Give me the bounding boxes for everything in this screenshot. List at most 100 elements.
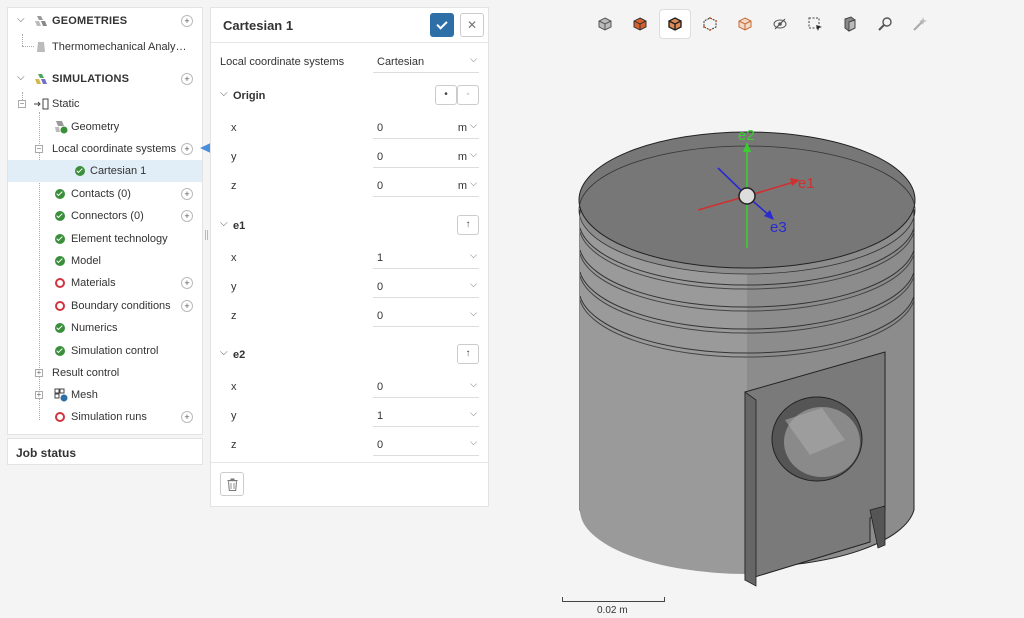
coordinate-triad: e2 e1 e3: [697, 127, 815, 248]
axis-e1-label: e1: [798, 175, 815, 192]
e2-y-input[interactable]: 1 ⌵: [373, 406, 479, 427]
add-simulation-run-button[interactable]: +: [181, 411, 193, 423]
static-label: Static: [52, 98, 80, 110]
properties-header: Cartesian 1 ✕: [211, 8, 488, 43]
tree-section-simulations[interactable]: ⌵ SIMULATIONS +: [8, 68, 202, 90]
chevron-down-icon[interactable]: ⌵: [470, 279, 477, 290]
status-ok-icon: [55, 323, 65, 333]
settings-tool-button[interactable]: [905, 10, 935, 38]
add-boundary-condition-button[interactable]: +: [181, 300, 193, 312]
numerics-label: Numerics: [71, 322, 118, 334]
e1-y-row: y 0 ⌵: [211, 273, 488, 301]
e1-z-input[interactable]: 0 ⌵: [373, 306, 479, 327]
model-label: Model: [71, 255, 101, 267]
e2-section[interactable]: ⌵ e2 ↑: [211, 341, 488, 369]
materials-label: Materials: [71, 277, 116, 289]
e1-y-input[interactable]: 0 ⌵: [373, 277, 479, 298]
collapse-toggle[interactable]: −: [18, 100, 26, 108]
tree-item-numerics[interactable]: Numerics: [8, 317, 202, 339]
properties-panel: Cartesian 1 ✕ Local coordinate systems C…: [210, 7, 489, 507]
tree-item-simulation-control[interactable]: Simulation control: [8, 340, 202, 362]
status-ok-icon: [75, 166, 85, 176]
chevron-down-icon[interactable]: ⌵: [220, 218, 228, 229]
chevron-down-icon[interactable]: ⌵: [470, 437, 477, 448]
chevron-down-icon[interactable]: ⌵: [470, 408, 477, 419]
close-button[interactable]: ✕: [460, 13, 484, 37]
tree-section-geometries[interactable]: ⌵ GEOMETRIES +: [8, 10, 202, 32]
measure-button[interactable]: [870, 10, 900, 38]
pick-point-button[interactable]: •: [435, 85, 457, 105]
lcs-type-select[interactable]: Cartesian ⌵: [373, 52, 479, 73]
tree-item-cartesian-1[interactable]: Cartesian 1: [8, 160, 202, 182]
confirm-button[interactable]: [430, 13, 454, 37]
tree-item-element-technology[interactable]: Element technology: [8, 228, 202, 250]
origin-x-input[interactable]: 0 m ⌵: [373, 118, 479, 139]
e1-label: e1: [233, 220, 246, 232]
status-ok-icon: [55, 346, 65, 356]
tree-item-mesh[interactable]: + Mesh: [8, 384, 202, 406]
simulations-label: SIMULATIONS: [52, 73, 130, 85]
trash-icon: [227, 478, 238, 491]
collapse-toggle[interactable]: −: [35, 145, 43, 153]
axis-label: y: [231, 410, 237, 422]
tree-item-materials[interactable]: Materials +: [8, 272, 202, 294]
tree-item-simulation-runs[interactable]: Simulation runs +: [8, 406, 202, 428]
visibility-button[interactable]: [765, 10, 795, 38]
solid-view-button[interactable]: [625, 10, 655, 38]
chevron-down-icon[interactable]: ⌵: [220, 347, 228, 358]
chevron-down-icon[interactable]: ⌵: [470, 149, 477, 160]
add-simulation-button[interactable]: +: [181, 73, 193, 85]
unit-label: m: [457, 122, 467, 134]
add-material-button[interactable]: +: [181, 277, 193, 289]
add-connector-button[interactable]: +: [181, 210, 193, 222]
chevron-down-icon[interactable]: ⌵: [470, 178, 477, 189]
origin-y-input[interactable]: 0 m ⌵: [373, 147, 479, 168]
chevron-down-icon[interactable]: ⌵: [470, 308, 477, 319]
scale-label: 0.02 m: [597, 605, 628, 616]
e1-x-row: x 1 ⌵: [211, 244, 488, 272]
snap-button[interactable]: ◦: [457, 85, 479, 105]
tree-item-connectors[interactable]: Connectors (0) +: [8, 205, 202, 227]
tree-item-boundary-conditions[interactable]: Boundary conditions +: [8, 295, 202, 317]
tree-item-local-coordinate-systems[interactable]: − Local coordinate systems +: [8, 138, 202, 160]
chevron-down-icon[interactable]: ⌵: [470, 120, 477, 131]
tree-item-geometry[interactable]: Geometry: [8, 116, 202, 138]
lcs-label: Local coordinate systems: [52, 143, 177, 155]
origin-section[interactable]: ⌵ Origin • ◦: [211, 82, 488, 110]
tree-item-geometry-file[interactable]: Thermomechanical Analysis ...: [8, 36, 202, 58]
e1-z-value: 0: [377, 310, 384, 322]
panel-resize-handle[interactable]: [205, 230, 208, 240]
add-contact-button[interactable]: +: [181, 188, 193, 200]
chevron-down-icon[interactable]: ⌵: [220, 88, 228, 99]
e1-section[interactable]: ⌵ e1 ↑: [211, 212, 488, 240]
wireframe-view-button[interactable]: [695, 10, 725, 38]
tree-item-result-control[interactable]: + Result control: [8, 362, 202, 384]
job-status-panel[interactable]: Job status: [7, 438, 203, 465]
chevron-down-icon[interactable]: ⌵: [470, 379, 477, 390]
add-lcs-button[interactable]: +: [181, 143, 193, 155]
e1-x-value: 1: [377, 252, 384, 264]
origin-z-input[interactable]: 0 m ⌵: [373, 176, 479, 197]
box-select-button[interactable]: [800, 10, 830, 38]
sim-runs-label: Simulation runs: [71, 411, 147, 423]
tree-item-static[interactable]: − Static: [8, 93, 202, 115]
delete-button[interactable]: [220, 472, 244, 496]
surface-edges-view-button[interactable]: [660, 10, 690, 38]
e2-align-button[interactable]: ↑: [457, 344, 479, 364]
transparent-view-button[interactable]: [730, 10, 760, 38]
e1-align-button[interactable]: ↑: [457, 215, 479, 235]
expand-toggle[interactable]: +: [35, 369, 43, 377]
e1-x-input[interactable]: 1 ⌵: [373, 248, 479, 269]
chevron-down-icon[interactable]: ⌵: [470, 250, 477, 261]
tree-item-model[interactable]: Model: [8, 250, 202, 272]
chevron-down-icon[interactable]: ⌵: [17, 14, 25, 25]
section-view-button[interactable]: [835, 10, 865, 38]
add-geometry-button[interactable]: +: [181, 15, 193, 27]
expand-toggle[interactable]: +: [35, 391, 43, 399]
e2-z-input[interactable]: 0 ⌵: [373, 435, 479, 456]
origin-y-row: y 0 m ⌵: [211, 143, 488, 171]
tree-item-contacts[interactable]: Contacts (0) +: [8, 183, 202, 205]
view-cube-button[interactable]: [590, 10, 620, 38]
chevron-down-icon[interactable]: ⌵: [17, 72, 25, 83]
e2-x-input[interactable]: 0 ⌵: [373, 377, 479, 398]
